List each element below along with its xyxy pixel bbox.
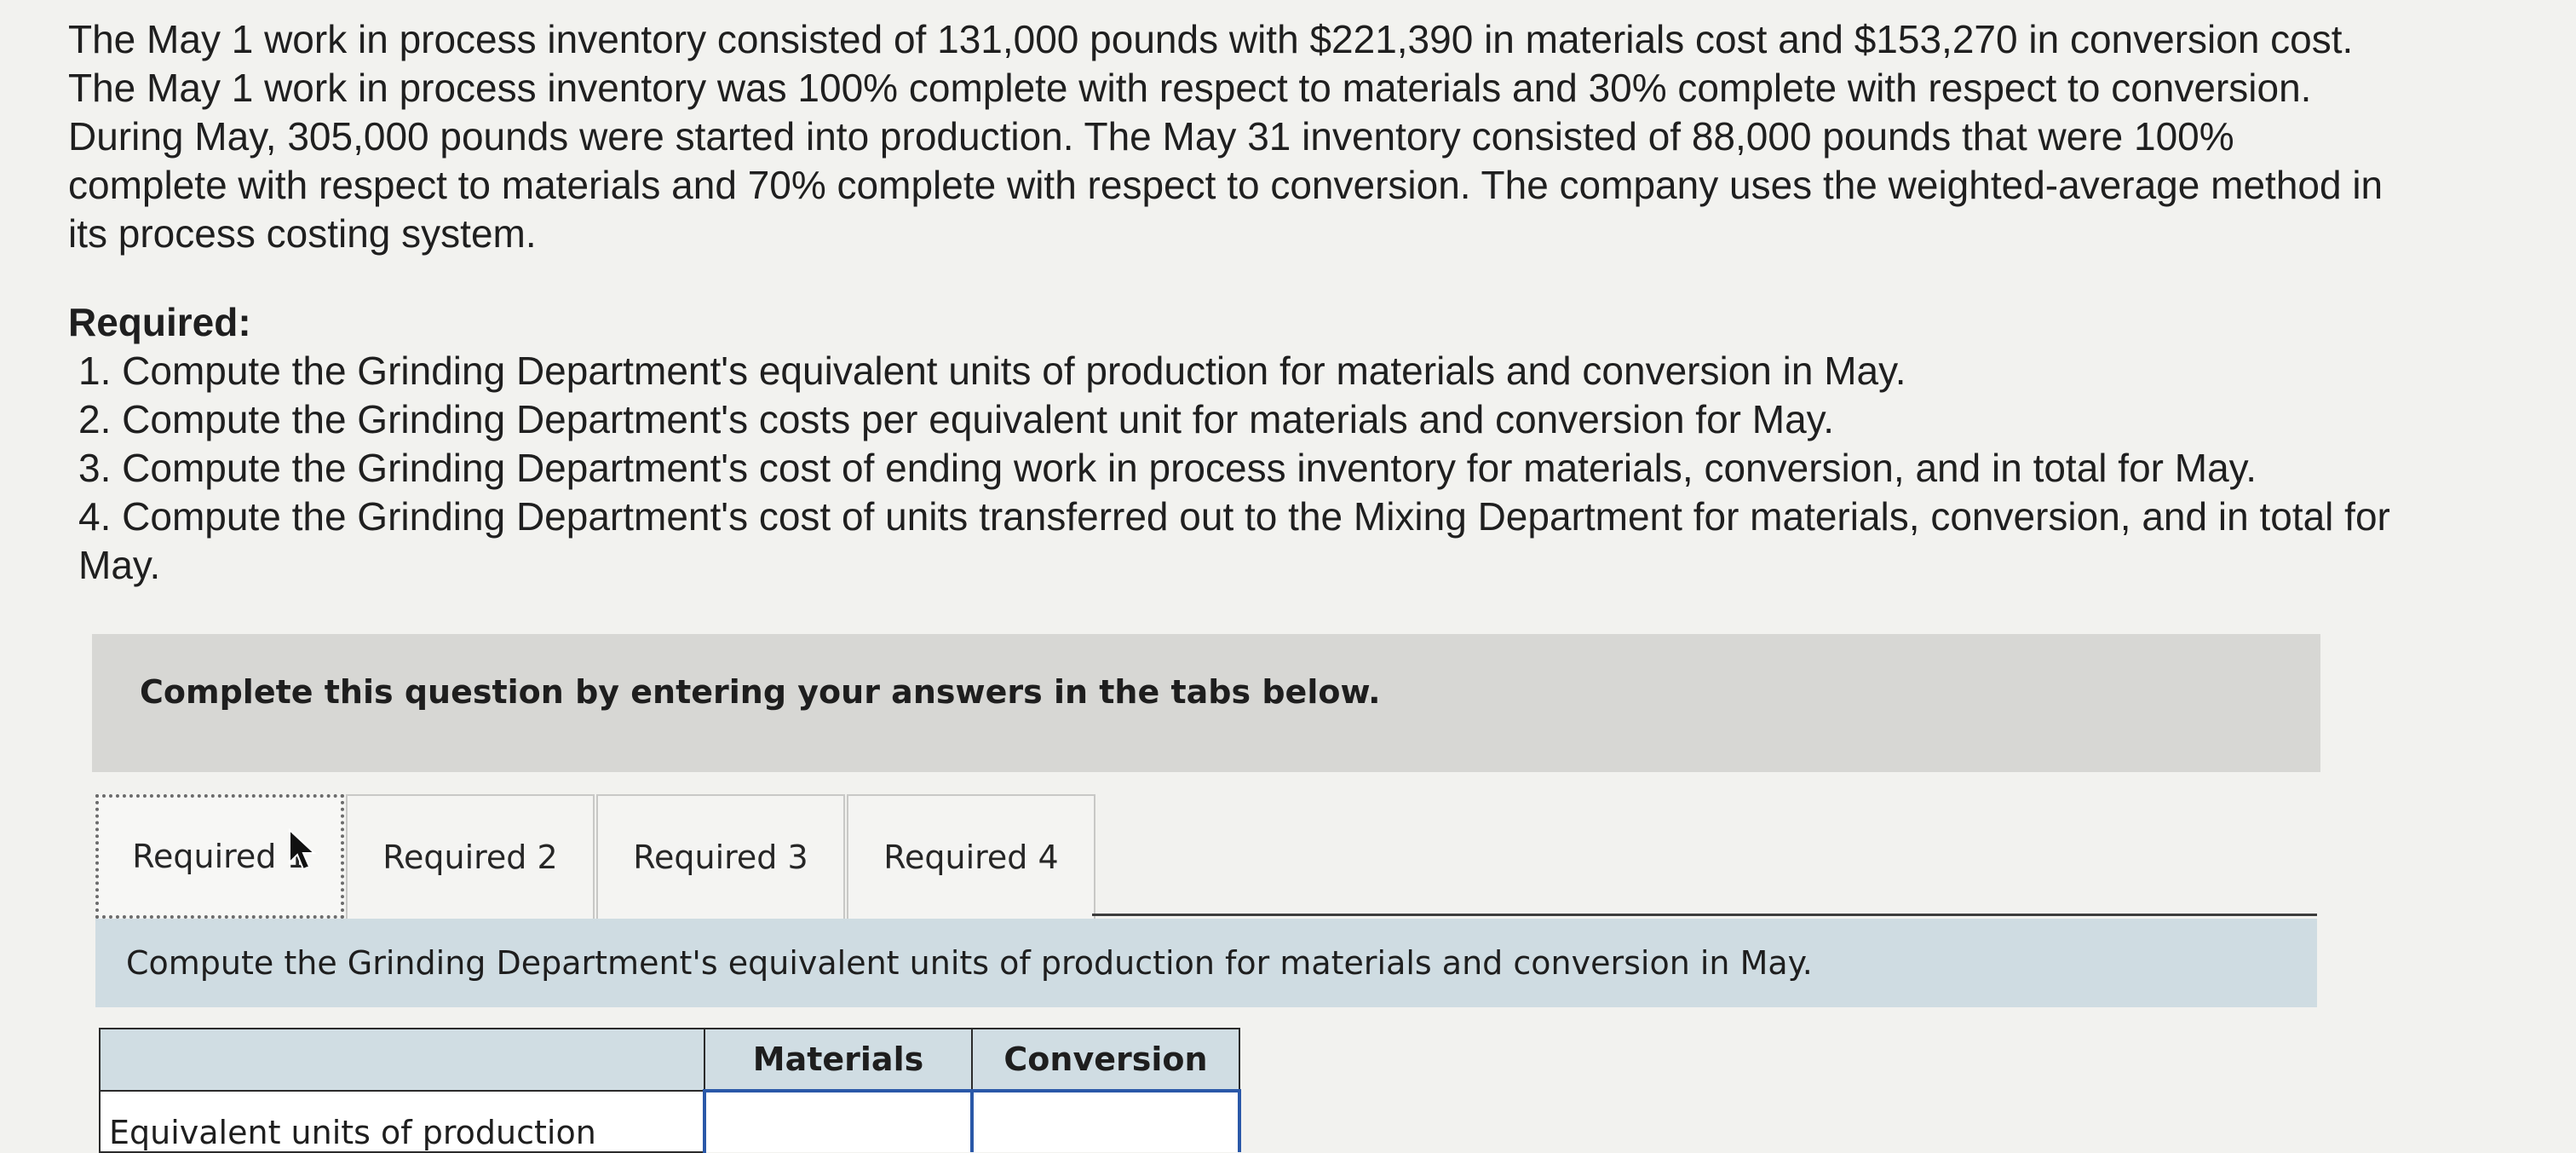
table-header-blank (99, 1028, 705, 1092)
conversion-input-cell[interactable] (970, 1089, 1241, 1152)
instruction-text: Complete this question by entering your … (140, 673, 1381, 711)
tab-label: Required 4 (883, 839, 1059, 876)
problem-line: complete with respect to materials and 7… (68, 163, 2383, 207)
tab-required-3[interactable]: Required 3 (596, 794, 845, 919)
tab-panel-prompt: Compute the Grinding Department's equiva… (126, 944, 1813, 982)
tab-required-2[interactable]: Required 2 (346, 794, 595, 919)
tab-panel-header: Compute the Grinding Department's equiva… (95, 919, 2317, 1007)
table-header-conversion: Conversion (971, 1028, 1240, 1092)
problem-line: its process costing system. (68, 211, 537, 256)
mouse-pointer-icon (289, 828, 317, 871)
required-list: 1. Compute the Grinding Department's equ… (68, 347, 2556, 590)
required-item: 4. Compute the Grinding Department's cos… (78, 494, 2390, 539)
required-item: 2. Compute the Grinding Department's cos… (78, 397, 1835, 441)
required-item: May. (78, 543, 161, 587)
table-header-row: Materials Conversion (99, 1028, 1240, 1092)
table-header-materials: Materials (704, 1028, 973, 1092)
problem-line: The May 1 work in process inventory cons… (68, 17, 2354, 61)
required-heading: Required: (68, 300, 251, 344)
tab-bar: Required 1 Required 2 Required 3 Require… (95, 794, 1097, 919)
answer-table: Materials Conversion Equivalent units of… (99, 1028, 1241, 1153)
tab-divider (1092, 914, 2317, 916)
instruction-banner: Complete this question by entering your … (92, 634, 2320, 772)
tab-label: Required 3 (633, 839, 808, 876)
required-section: Required: 1. Compute the Grinding Depart… (68, 298, 2556, 590)
materials-input-cell[interactable] (703, 1089, 974, 1152)
required-item: 3. Compute the Grinding Department's cos… (78, 446, 2257, 490)
materials-equivalent-units-input[interactable] (706, 1095, 970, 1150)
problem-line: During May, 305,000 pounds were started … (68, 114, 2234, 159)
conversion-equivalent-units-input[interactable] (974, 1095, 1238, 1150)
row-label-equivalent-units: Equivalent units of production (99, 1090, 705, 1153)
problem-statement: The May 1 work in process inventory cons… (68, 15, 2556, 258)
required-item: 1. Compute the Grinding Department's equ… (78, 349, 1906, 393)
tab-required-4[interactable]: Required 4 (847, 794, 1095, 919)
table-row: Equivalent units of production (99, 1089, 1241, 1153)
problem-line: The May 1 work in process inventory was … (68, 66, 2312, 110)
tab-label: Required 2 (382, 839, 558, 876)
tab-label: Required 1 (132, 838, 308, 875)
